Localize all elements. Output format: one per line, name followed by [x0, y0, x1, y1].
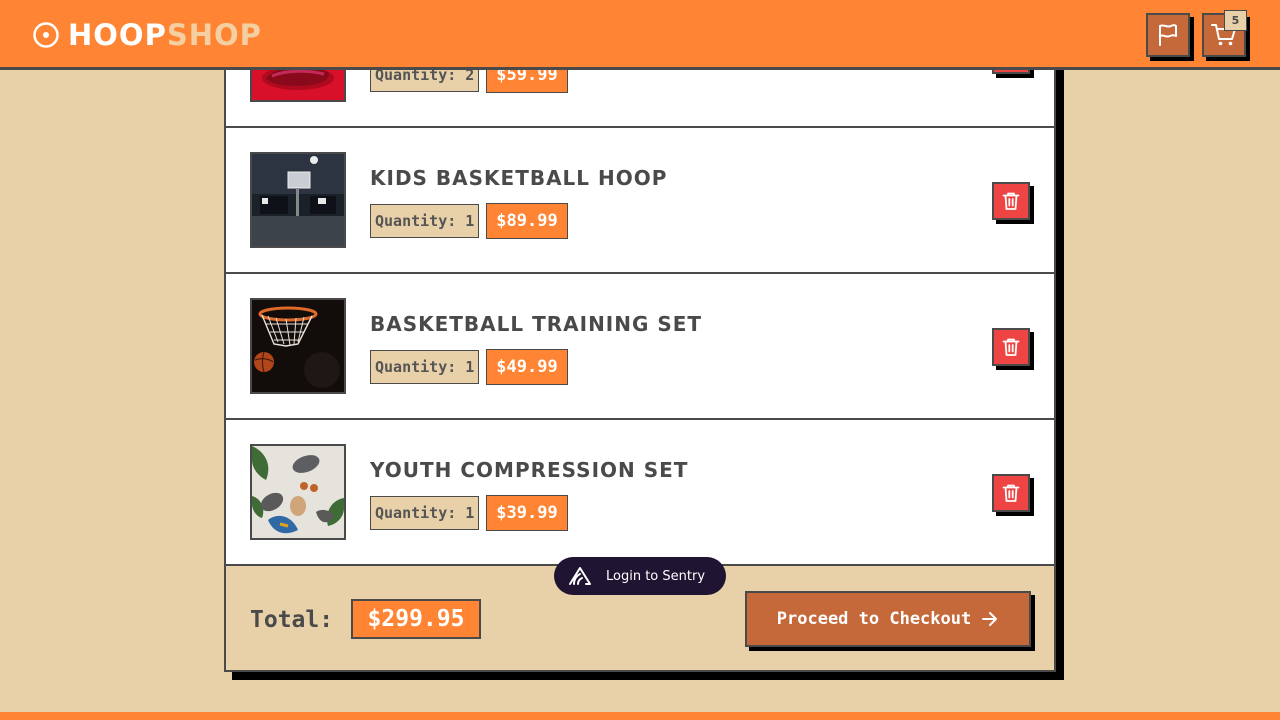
feedback-flag-button[interactable] — [1146, 13, 1190, 57]
trash-icon — [1002, 338, 1020, 356]
site-header: HOOP SHOP 5 — [0, 0, 1280, 70]
checkout-button[interactable]: Proceed to Checkout — [745, 591, 1031, 647]
cart-item: Kids Basketball Hoop Quantity: 1 $89.99 — [226, 128, 1054, 274]
footer-stripe — [0, 712, 1280, 720]
site-logo[interactable]: HOOP SHOP — [32, 18, 262, 52]
arrow-right-icon — [981, 611, 999, 627]
product-name: Basketball Training Set — [370, 312, 703, 336]
sentry-login-button[interactable]: Login to Sentry — [554, 557, 726, 595]
trash-icon — [1002, 484, 1020, 502]
remove-item-button[interactable] — [992, 182, 1030, 220]
sentry-logo-icon — [568, 566, 592, 586]
total-label: Total: — [250, 607, 334, 633]
price-tag: $39.99 — [486, 495, 568, 531]
product-name: Kids Basketball Hoop — [370, 166, 668, 190]
cart-button[interactable]: 5 — [1202, 10, 1247, 57]
logo-text-shop: SHOP — [166, 18, 262, 52]
product-image — [250, 444, 346, 540]
trash-icon — [1002, 192, 1020, 210]
total-value: $299.95 — [351, 599, 481, 639]
price-tag: $89.99 — [486, 203, 568, 239]
flatlay-outfit-image — [252, 446, 344, 538]
checkout-label: Proceed to Checkout — [776, 609, 972, 629]
remove-item-button[interactable] — [992, 328, 1030, 366]
cart-item: Basketball Training Set Quantity: 1 $49.… — [226, 274, 1054, 420]
cart-item: Youth Compression Set Quantity: 1 $39.99 — [226, 420, 1054, 566]
ball-in-net-image — [252, 300, 344, 392]
flag-icon — [1159, 24, 1177, 46]
cart-count-badge: 5 — [1224, 10, 1247, 31]
product-image — [250, 298, 346, 394]
logo-text-hoop: HOOP — [68, 18, 167, 52]
sentry-login-label: Login to Sentry — [606, 568, 706, 584]
indoor-court-image — [252, 154, 344, 246]
quantity-label: Quantity: 1 — [370, 350, 480, 384]
target-circle-icon — [33, 22, 59, 48]
quantity-label: Quantity: 1 — [370, 204, 480, 238]
product-image — [250, 152, 346, 248]
product-name: Youth Compression Set — [370, 458, 689, 482]
remove-item-button[interactable] — [992, 474, 1030, 512]
price-tag: $49.99 — [486, 349, 568, 385]
quantity-label: Quantity: 1 — [370, 496, 480, 530]
